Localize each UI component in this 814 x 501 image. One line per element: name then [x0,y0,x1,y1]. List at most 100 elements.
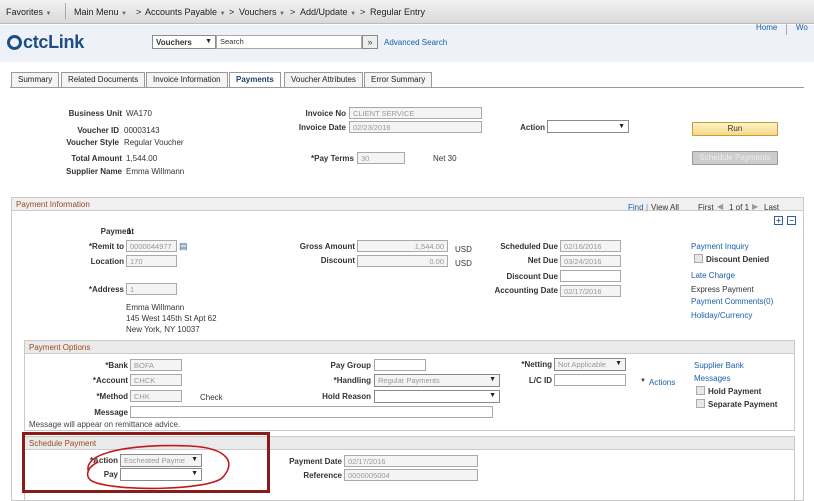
search-go-button[interactable]: » [362,35,378,49]
hold-reason-select[interactable]: ▼ [374,390,500,403]
address-line-3: New York, NY 10037 [126,325,200,334]
breadcrumb-vouchers[interactable]: Vouchers ▼ [239,7,285,17]
remit-to-field: 0000044977 [126,240,177,252]
find-link[interactable]: Find [628,203,644,212]
search-scope-select[interactable]: Vouchers ▼ [152,35,216,49]
payment-inquiry-link[interactable]: Payment Inquiry [691,242,749,251]
supplier-name-value: Emma Willmann [126,167,185,176]
tab-invoice-information[interactable]: Invoice Information [146,72,228,87]
payment-date-field: 02/17/2016 [344,455,478,467]
lc-id-label: L/C ID [528,376,552,385]
breadcrumb-sep-icon: > [290,7,296,17]
top-navigation-bar: Favorites ▼ Main Menu ▼ > Accounts Payab… [0,0,814,24]
action-select[interactable]: ▼ [547,120,629,133]
address-field: 1 [126,283,177,295]
handling-label: *Handling [333,376,371,385]
location-label: Location [90,257,124,266]
remit-to-label: *Remit to [88,242,124,251]
pay-group-label: Pay Group [330,361,371,370]
voucher-style-label: Voucher Style [66,138,119,147]
accounting-date-label: Accounting Date [494,286,558,295]
pay-terms-description: Net 30 [433,154,457,163]
last-link[interactable]: Last [764,203,779,212]
message-field[interactable] [130,406,493,418]
remittance-note: Message will appear on remittance advice… [29,420,181,429]
separate-payment-checkbox[interactable] [696,399,705,408]
messages-link[interactable]: Messages [694,374,730,383]
invoice-no-label: Invoice No [305,109,346,118]
pay-terms-field: 30 [357,152,405,164]
netting-select[interactable]: Not Applicable ▼ [554,358,626,371]
favorites-menu[interactable]: Favorites ▼ [6,7,51,17]
separate-payment-label: Separate Payment [708,400,778,409]
total-amount-value: 1,544.00 [126,154,158,163]
tab-related-documents[interactable]: Related Documents [61,72,146,87]
view-all-link[interactable]: View All [651,203,679,212]
gross-currency: USD [455,245,472,254]
discount-label: Discount [320,256,355,265]
worklist-link[interactable]: Wo [796,23,808,32]
discount-denied-checkbox[interactable] [694,254,703,263]
actions-arrow-icon: ▼ [640,378,646,384]
scheduled-due-label: Scheduled Due [500,242,558,251]
reference-field: 0000005004 [344,469,478,481]
address-line-1: Emma Willmann [126,303,185,312]
account-field: CHCK [130,374,182,386]
handling-select[interactable]: Regular Payments ▼ [374,374,500,387]
actions-link[interactable]: Actions [649,378,675,387]
tab-summary[interactable]: Summary [11,72,60,87]
run-button[interactable]: Run [692,122,778,136]
late-charge-link[interactable]: Late Charge [691,271,735,280]
voucher-id-label: Voucher ID [77,126,119,135]
payment-comments-link[interactable]: Payment Comments(0) [691,297,773,306]
accounting-date-field: 02/17/2016 [560,285,621,297]
discount-field: 0.00 [357,255,448,267]
gross-amount-field: 1,544.00 [357,240,448,252]
breadcrumb-sep-icon: > [360,7,366,17]
discount-due-field[interactable] [560,270,621,282]
lookup-icon[interactable]: ▤ [179,241,188,252]
advanced-search-link[interactable]: Advanced Search [384,38,447,47]
tab-error-summary[interactable]: Error Summary [364,72,433,87]
supplier-bank-link[interactable]: Supplier Bank [694,361,744,370]
tab-payments[interactable]: Payments [229,72,281,87]
pay-group-field[interactable] [374,359,426,371]
main-menu[interactable]: Main Menu ▼ [74,7,127,17]
ctclink-logo: ctcLink [7,32,84,53]
bank-field: BOFA [130,359,182,371]
method-label: *Method [96,392,128,401]
breadcrumb-add-update[interactable]: Add/Update ▼ [300,7,356,17]
home-link[interactable]: Home [756,23,777,32]
business-unit-value: WA170 [126,109,152,118]
next-icon[interactable]: ▶ [752,202,758,211]
delete-row-icon[interactable]: − [787,216,796,225]
pay-terms-label: *Pay Terms [311,154,354,163]
breadcrumb-accounts-payable[interactable]: Accounts Payable ▼ [145,7,226,17]
lc-id-field[interactable] [554,374,626,386]
pager-count: 1 of 1 [729,203,750,212]
action-label: Action [520,123,545,132]
first-link[interactable]: First [698,203,714,212]
search-input[interactable]: Search [216,35,362,49]
tab-voucher-attributes[interactable]: Voucher Attributes [284,72,363,87]
address-line-2: 145 West 145th St Apt 62 [126,314,217,323]
business-unit-label: Business Unit [68,109,122,118]
payment-number: 1 [127,227,132,236]
add-row-icon[interactable]: + [774,216,783,225]
highlight-ellipse [86,444,230,490]
discount-due-label: Discount Due [506,272,558,281]
voucher-style-value: Regular Voucher [124,138,184,147]
breadcrumb-sep-icon: > [136,7,142,17]
header-bar: ctcLink Vouchers ▼ Search » Advanced Sear… [0,23,814,62]
previous-icon[interactable]: ◀ [717,202,723,211]
hold-payment-checkbox[interactable] [696,386,705,395]
reference-label: Reference [303,471,342,480]
invoice-date-field: 02/23/2016 [349,121,482,133]
schedule-payments-button[interactable]: Schedule Payments [692,151,778,165]
breadcrumb-regular-entry[interactable]: Regular Entry [370,7,425,17]
hold-reason-label: Hold Reason [322,392,371,401]
payment-date-label: Payment Date [289,457,342,466]
holiday-currency-link[interactable]: Holiday/Currency [691,311,752,320]
address-label: *Address [88,285,124,294]
payment-information-title: Payment Information [12,198,803,211]
